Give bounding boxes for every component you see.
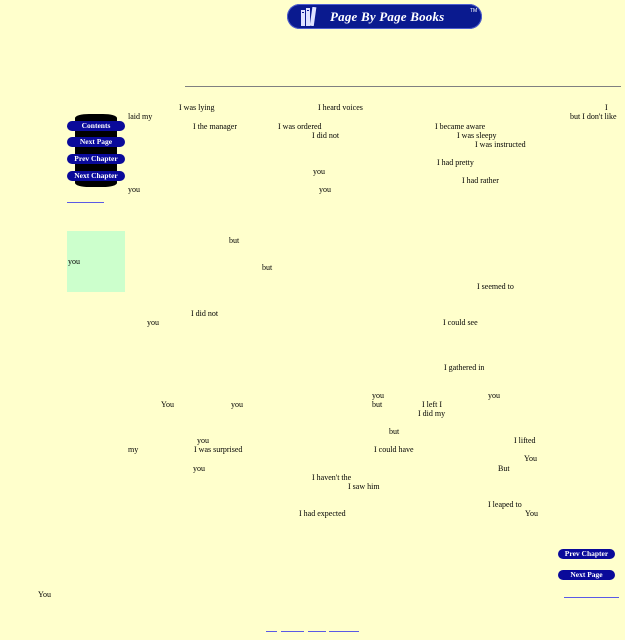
horizontal-rule <box>185 86 621 87</box>
contents-button[interactable]: Contents <box>67 121 125 131</box>
text-fragment: I could have <box>374 445 414 454</box>
text-fragment: I seemed to <box>477 282 514 291</box>
footer-link[interactable] <box>329 631 359 632</box>
text-fragment: I gathered in <box>444 363 485 372</box>
text-fragment: I was lying <box>179 103 215 112</box>
text-fragment: I was ordered <box>278 122 322 131</box>
text-fragment: I saw him <box>348 482 380 491</box>
chapter-nav-left: Contents Next Page Prev Chapter Next Cha… <box>67 114 125 187</box>
text-fragment: I heard voices <box>318 103 363 112</box>
text-fragment: I was instructed <box>475 140 526 149</box>
text-fragment: I <box>605 103 608 112</box>
text-fragment: I did my <box>418 409 446 418</box>
text-fragment: I left I <box>422 400 442 409</box>
text-fragment: I became aware <box>435 122 486 131</box>
text-fragment: you <box>193 464 205 473</box>
text-fragment: you <box>313 167 325 176</box>
text-fragment: You <box>38 590 51 599</box>
next-page-button-bottom[interactable]: Next Page <box>558 570 615 580</box>
footer-link[interactable] <box>281 631 304 632</box>
text-fragment: I had rather <box>462 176 499 185</box>
text-fragment: You <box>161 400 174 409</box>
text-fragment: You <box>525 509 538 518</box>
text-fragment: I had pretty <box>437 158 474 167</box>
text-fragment: you <box>319 185 331 194</box>
text-fragment: I did not <box>312 131 340 140</box>
text-fragment: you <box>68 257 80 266</box>
text-fragment: but <box>389 427 400 436</box>
text-fragment: I could see <box>443 318 478 327</box>
text-fragment: I was surprised <box>194 445 243 454</box>
books-icon <box>301 7 317 26</box>
text-fragment: you <box>197 436 209 445</box>
nav-link-underline[interactable] <box>67 202 104 203</box>
site-logo[interactable]: Page By Page Books TM <box>287 4 482 29</box>
text-fragment: laid my <box>128 112 153 121</box>
text-fragment: you <box>231 400 243 409</box>
text-fragment: you <box>128 185 140 194</box>
footer-link[interactable] <box>308 631 326 632</box>
footer-link[interactable] <box>266 631 277 632</box>
trademark: TM <box>470 8 478 14</box>
text-fragment: but <box>262 263 273 272</box>
text-fragment: I lifted <box>514 436 536 445</box>
text-fragment: but I don't like <box>570 112 617 121</box>
prev-chapter-button[interactable]: Prev Chapter <box>67 154 125 164</box>
text-fragment: I leaped to <box>488 500 522 509</box>
next-page-button[interactable]: Next Page <box>67 137 125 147</box>
text-fragment: I had expected <box>299 509 346 518</box>
text-fragment: I did not <box>191 309 219 318</box>
text-fragment: You <box>524 454 537 463</box>
text-fragment: I the manager <box>193 122 237 131</box>
text-fragment: But <box>498 464 510 473</box>
text-fragment: I haven't the <box>312 473 352 482</box>
text-fragment: I was sleepy <box>457 131 497 140</box>
text-fragment: you <box>372 391 384 400</box>
next-chapter-button[interactable]: Next Chapter <box>67 171 125 181</box>
text-fragment: my <box>128 445 139 454</box>
text-fragment: but <box>229 236 240 245</box>
text-fragment: but <box>372 400 383 409</box>
logo-title: Page By Page Books <box>330 9 445 24</box>
prev-chapter-button-bottom[interactable]: Prev Chapter <box>558 549 615 559</box>
text-fragment: you <box>147 318 159 327</box>
nav-link-underline[interactable] <box>564 597 619 598</box>
text-fragment: you <box>488 391 500 400</box>
